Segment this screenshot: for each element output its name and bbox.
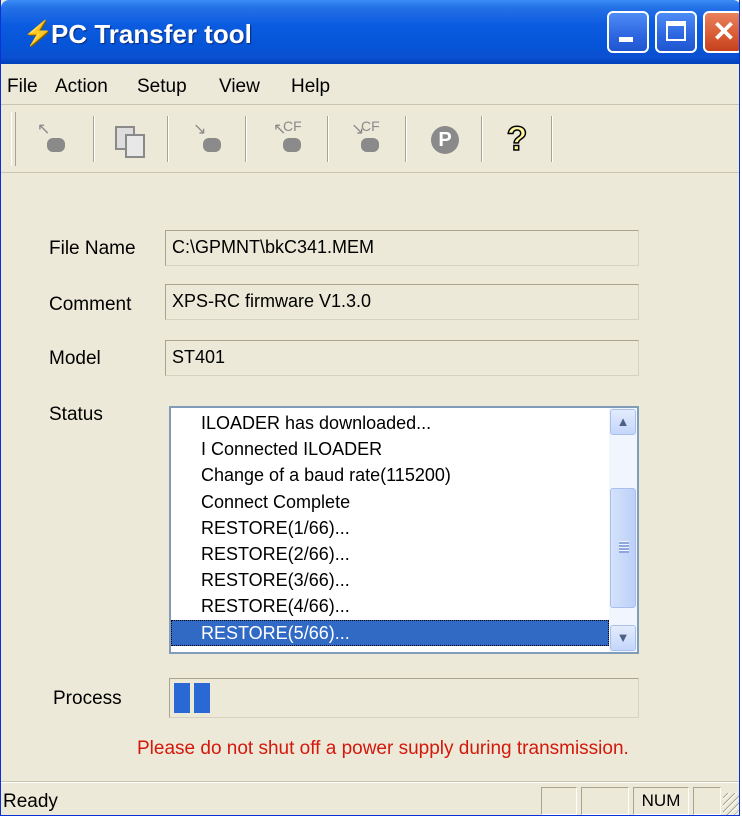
- copy-button[interactable]: [107, 120, 147, 160]
- menu-help[interactable]: Help: [291, 76, 330, 98]
- file-name-field: C:\GPMNT\bkC341.MEM: [165, 230, 639, 266]
- menu-bar: File Action Setup View Help: [1, 66, 739, 105]
- menu-setup[interactable]: Setup: [137, 76, 187, 98]
- list-item[interactable]: Connect Complete: [171, 489, 609, 515]
- scroll-up-button[interactable]: ▲: [610, 409, 636, 435]
- toolbar-grip[interactable]: [11, 112, 16, 166]
- cf-label: CF: [361, 118, 380, 134]
- window-title: PC Transfer tool: [51, 19, 252, 49]
- num-lock-indicator: NUM: [633, 787, 689, 815]
- comment-field: XPS-RC firmware V1.3.0: [165, 284, 639, 320]
- download-cf-button[interactable]: ↖ CF: [269, 118, 309, 160]
- close-icon: ✕: [712, 16, 736, 47]
- status-label: Status: [49, 404, 103, 425]
- list-item[interactable]: RESTORE(2/66)...: [171, 541, 609, 567]
- maximize-icon: [666, 21, 686, 41]
- model-label: Model: [49, 348, 101, 369]
- toolbar-separator: [551, 116, 553, 162]
- download-cf-icon: [283, 138, 301, 152]
- minimize-button[interactable]: [607, 11, 649, 53]
- p-button[interactable]: P: [425, 120, 465, 160]
- toolbar-separator: [405, 116, 407, 162]
- toolbar-separator: [327, 116, 329, 162]
- arrow-up-left-icon: ↖: [37, 121, 51, 138]
- file-name-value: C:\GPMNT\bkC341.MEM: [172, 237, 375, 257]
- status-list: ILOADER has downloaded... I Connected IL…: [171, 410, 609, 646]
- list-item-selected[interactable]: RESTORE(5/66)...: [171, 619, 609, 646]
- progress-block: [194, 683, 210, 713]
- help-icon: ?: [506, 119, 528, 159]
- menu-action[interactable]: Action: [55, 76, 108, 98]
- process-label: Process: [53, 688, 122, 709]
- menu-view[interactable]: View: [219, 76, 260, 98]
- list-item[interactable]: RESTORE(4/66)...: [171, 593, 609, 619]
- maximize-button[interactable]: [655, 11, 697, 53]
- minimize-icon: [619, 37, 633, 42]
- status-pane: [581, 787, 629, 815]
- status-scrollbar[interactable]: ▲ ▼: [609, 408, 637, 652]
- list-item[interactable]: ILOADER has downloaded...: [171, 410, 609, 436]
- upload-icon: [203, 138, 221, 152]
- list-item[interactable]: Change of a baud rate(115200): [171, 462, 609, 488]
- resize-grip-icon[interactable]: [723, 793, 739, 815]
- toolbar-separator: [245, 116, 247, 162]
- status-pane: [541, 787, 577, 815]
- p-icon: P: [431, 126, 459, 154]
- process-progress-bar: [169, 678, 639, 718]
- arrow-down-right-icon: ↘: [193, 121, 207, 138]
- progress-block: [174, 683, 190, 713]
- chevron-up-icon: ▲: [616, 414, 630, 429]
- status-text: Ready: [3, 791, 58, 812]
- chevron-down-icon: ▼: [616, 630, 630, 645]
- status-pane: [693, 787, 721, 815]
- lightning-icon: ⚡: [23, 20, 53, 47]
- comment-value: XPS-RC firmware V1.3.0: [172, 291, 372, 311]
- grip-icon: [619, 541, 629, 553]
- comment-label: Comment: [49, 294, 132, 315]
- toolbar-separator: [167, 116, 169, 162]
- status-listbox[interactable]: ILOADER has downloaded... I Connected IL…: [169, 406, 639, 654]
- model-value: ST401: [172, 347, 226, 367]
- help-button[interactable]: ?: [497, 119, 537, 160]
- upload-cf-button[interactable]: ↘ CF: [347, 118, 387, 160]
- toolbar-separator: [481, 116, 483, 162]
- file-name-label: File Name: [49, 238, 136, 259]
- app-window: ⚡ PC Transfer tool ✕ File Action Setup V…: [0, 0, 740, 816]
- download-icon: [47, 138, 65, 152]
- warning-message: Please do not shut off a power supply du…: [137, 738, 629, 759]
- list-item[interactable]: I Connected ILOADER: [171, 436, 609, 462]
- list-item[interactable]: RESTORE(1/66)...: [171, 515, 609, 541]
- close-button[interactable]: ✕: [703, 11, 739, 53]
- download-button[interactable]: ↖: [33, 120, 73, 160]
- scroll-thumb[interactable]: [610, 488, 636, 608]
- menu-file[interactable]: File: [7, 76, 38, 98]
- status-bar: Ready NUM: [1, 782, 739, 815]
- list-item[interactable]: RESTORE(3/66)...: [171, 567, 609, 593]
- upload-button[interactable]: ↘: [189, 120, 229, 160]
- cf-label: CF: [283, 118, 302, 134]
- title-bar[interactable]: ⚡ PC Transfer tool ✕: [1, 0, 739, 64]
- scroll-down-button[interactable]: ▼: [610, 625, 636, 651]
- model-field: ST401: [165, 340, 639, 376]
- upload-cf-icon: [361, 138, 379, 152]
- toolbar-separator: [93, 116, 95, 162]
- toolbar: ↖ ↘ ↖ CF ↘ CF P ?: [1, 106, 739, 173]
